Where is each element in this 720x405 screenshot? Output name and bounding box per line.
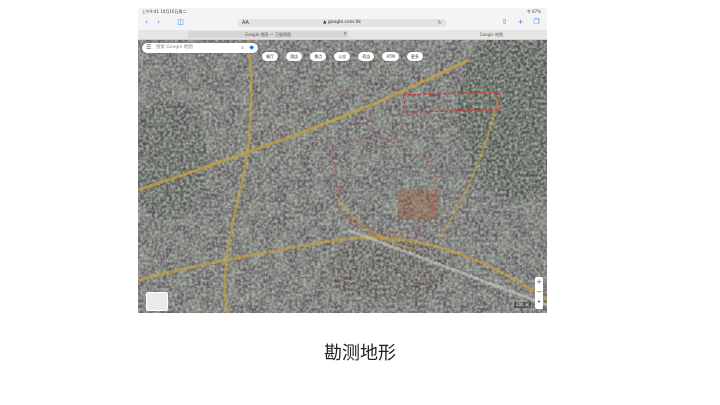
bookmarks-icon[interactable]: ◫ xyxy=(176,18,185,27)
reload-icon[interactable]: ↻ xyxy=(438,19,442,27)
tabs-overview-icon[interactable]: ❐ xyxy=(532,18,541,27)
satellite-map[interactable]: ☰ 搜索 Google 地图 ⌕ ◆ 餐厅 酒店 景点 公交 药店 ATM 更多… xyxy=(138,40,547,313)
status-bar: 上午9:41 10月16日周二 令 87% xyxy=(138,8,547,16)
search-icon[interactable]: ⌕ xyxy=(241,43,244,53)
map-scale: 200 米 xyxy=(514,302,531,308)
chip-more[interactable]: 更多 xyxy=(406,52,423,61)
browser-toolbar: ‹ › ◫ AA ▲ google.com.hk ↻ ⇧ + ❐ xyxy=(138,16,547,30)
tab-second[interactable]: Google 地图 xyxy=(353,31,503,38)
map-search-box[interactable]: ☰ 搜索 Google 地图 ⌕ ◆ xyxy=(142,43,258,53)
category-chips: 餐厅 酒店 景点 公交 药店 ATM 更多 xyxy=(262,43,426,61)
zoom-out-button[interactable]: − xyxy=(535,287,543,297)
satellite-imagery xyxy=(138,40,547,313)
search-placeholder: 搜索 Google 地图 xyxy=(156,45,193,50)
chip-transit[interactable]: 公交 xyxy=(334,52,351,61)
tablet-screenshot: 上午9:41 10月16日周二 令 87% ‹ › ◫ AA ▲ google.… xyxy=(138,8,547,313)
share-icon[interactable]: ⇧ xyxy=(500,18,509,27)
new-tab-icon[interactable]: + xyxy=(516,18,525,27)
status-time: 上午9:41 10月16日周二 xyxy=(142,9,187,14)
url-text: ▲ google.com.hk xyxy=(322,20,362,25)
close-icon[interactable]: × xyxy=(343,31,347,38)
layers-toggle[interactable] xyxy=(146,292,168,311)
chip-restaurants[interactable]: 餐厅 xyxy=(262,52,278,61)
zoom-in-button[interactable]: + xyxy=(535,277,543,287)
figure-caption: 勘测地形 xyxy=(324,343,396,364)
back-icon[interactable]: ‹ xyxy=(142,18,151,27)
menu-icon[interactable]: ☰ xyxy=(146,43,151,53)
chip-hotels[interactable]: 酒店 xyxy=(286,52,303,61)
pegman-icon[interactable]: • xyxy=(535,297,543,307)
chip-atm[interactable]: ATM xyxy=(382,52,399,61)
forward-icon[interactable]: › xyxy=(154,18,163,27)
tab-strip: Google 地图 — 卫星视图 × Google 地图 xyxy=(138,30,547,40)
chip-attractions[interactable]: 景点 xyxy=(310,52,327,61)
tab-active[interactable]: Google 地图 — 卫星视图 xyxy=(188,31,348,38)
chip-pharmacies[interactable]: 药店 xyxy=(358,52,375,61)
address-bar[interactable]: AA ▲ google.com.hk ↻ xyxy=(238,19,446,27)
zoom-controls: + − • xyxy=(535,277,543,309)
directions-icon[interactable]: ◆ xyxy=(249,43,254,53)
status-battery: 令 87% xyxy=(526,9,541,14)
